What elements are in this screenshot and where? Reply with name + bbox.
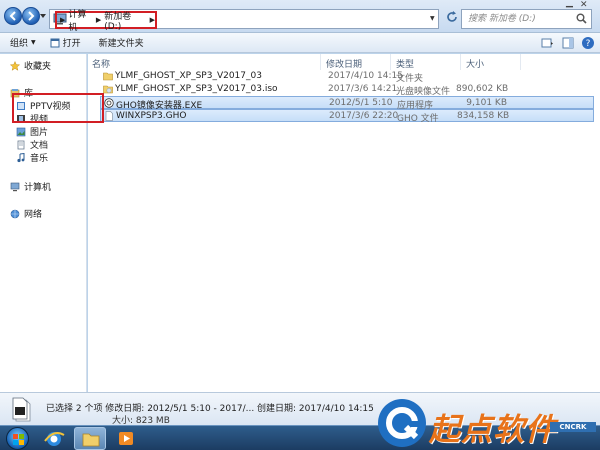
- file-name: YLMF_GHOST_XP_SP3_V2017_03.iso: [115, 84, 278, 94]
- computer-icon: [10, 182, 20, 191]
- file-name: WINXPSP3.GHO: [116, 111, 187, 121]
- column-header-size[interactable]: 大小: [466, 57, 484, 70]
- command-bar: 组织 ▼ 打开 新建文件夹 ?: [0, 33, 600, 53]
- picture-icon: [16, 127, 26, 136]
- column-divider[interactable]: [320, 54, 321, 70]
- file-icon: [105, 111, 113, 121]
- address-dropdown-icon[interactable]: ▼: [430, 15, 435, 22]
- close-button[interactable]: ✕: [580, 0, 588, 14]
- internet-explorer-icon: [44, 432, 65, 446]
- arrow-right-icon: [28, 11, 35, 21]
- folder-icon: [82, 433, 100, 447]
- search-placeholder: 搜索 新加卷 (D:): [468, 14, 536, 24]
- chevron-down-icon: [40, 14, 46, 18]
- forward-button[interactable]: [22, 7, 40, 25]
- organize-label: 组织: [10, 39, 29, 49]
- file-size: 834,158 KB: [457, 111, 510, 121]
- nav-network-label: 网络: [24, 210, 43, 220]
- nav-favorites-label: 收藏夹: [24, 62, 52, 72]
- back-button[interactable]: [4, 7, 22, 25]
- nav-favorites[interactable]: 收藏夹: [10, 59, 51, 72]
- taskbar-ie-button[interactable]: [38, 427, 70, 450]
- column-divider[interactable]: [520, 54, 521, 70]
- file-size: 890,602 KB: [456, 84, 509, 94]
- watermark-tag: CNCRK: [550, 422, 596, 432]
- network-icon: [10, 209, 20, 218]
- selection-highlight-annotation: [12, 93, 104, 123]
- address-bar-row: ▼ ▶ 计算机 ▶ 新加卷 (D:) ▶ 搜索 新加卷 (D:) ▁ ✕: [0, 0, 600, 33]
- media-player-icon: [119, 432, 133, 445]
- nav-music-label: 音乐: [30, 154, 49, 164]
- folder-icon: [103, 72, 113, 81]
- nav-pictures-label: 图片: [30, 128, 49, 138]
- organize-menu[interactable]: 组织 ▼: [10, 36, 36, 49]
- window-icon: [50, 38, 60, 47]
- search-icon: [576, 13, 587, 24]
- list-item-selected[interactable]: WINXPSP3.GHO 2017/3/6 22:20 GHO 文件 834,1…: [100, 109, 594, 124]
- file-date: 2012/5/1 5:10: [329, 98, 393, 108]
- new-folder-label: 新建文件夹: [98, 39, 144, 49]
- open-label: 打开: [62, 39, 81, 49]
- breadcrumb-drive-d[interactable]: 新加卷 (D:): [104, 9, 146, 32]
- nav-music[interactable]: 音乐: [16, 151, 48, 164]
- help-icon[interactable]: ?: [581, 36, 595, 50]
- nav-computer[interactable]: 计算机: [10, 180, 51, 193]
- file-type: GHO 文件: [397, 114, 439, 124]
- nav-computer-label: 计算机: [24, 183, 52, 193]
- column-header-date[interactable]: 修改日期: [326, 57, 362, 70]
- star-icon: [10, 60, 20, 71]
- column-divider[interactable]: [390, 54, 391, 70]
- watermark: 起点软件 CNCRK: [374, 395, 600, 450]
- view-options-icon[interactable]: [540, 36, 554, 50]
- multiple-files-icon: [12, 397, 31, 422]
- refresh-icon[interactable]: [445, 10, 459, 24]
- nav-documents[interactable]: 文档: [16, 138, 48, 151]
- breadcrumb-separator-icon: ▶: [95, 16, 102, 24]
- nav-network[interactable]: 网络: [10, 207, 42, 220]
- file-date: 2017/3/6 22:20: [329, 111, 399, 121]
- file-date: 2017/3/6 14:21: [328, 84, 398, 94]
- installer-icon: [104, 98, 114, 108]
- svg-text:?: ?: [586, 39, 591, 49]
- search-input[interactable]: 搜索 新加卷 (D:): [461, 9, 592, 29]
- details-summary: 已选择 2 个项 修改日期: 2012/5/1 5:10 - 2017/... …: [46, 404, 374, 414]
- breadcrumb-separator-icon: ▶: [60, 16, 66, 24]
- nav-pictures[interactable]: 图片: [16, 125, 48, 138]
- file-name: YLMF_GHOST_XP_SP3_V2017_03: [115, 71, 262, 81]
- windows-logo-icon: [13, 434, 24, 445]
- disc-image-icon: [103, 85, 113, 94]
- file-date: 2017/4/10 14:15: [328, 71, 403, 81]
- nav-documents-label: 文档: [30, 141, 49, 151]
- minimize-button[interactable]: ▁: [566, 0, 573, 12]
- new-folder-button[interactable]: 新建文件夹: [99, 36, 144, 49]
- taskbar-explorer-button[interactable]: [74, 427, 106, 450]
- open-button[interactable]: 打开: [50, 36, 81, 49]
- taskbar-media-button[interactable]: [110, 427, 142, 450]
- breadcrumb-computer[interactable]: 计算机: [68, 7, 92, 33]
- recent-pages-button[interactable]: [39, 12, 47, 20]
- list-item-selected[interactable]: GHO镜像安装器.EXE 2012/5/1 5:10 应用程序 9,101 KB: [100, 96, 594, 111]
- list-item[interactable]: YLMF_GHOST_XP_SP3_V2017_03 2017/4/10 14:…: [100, 70, 594, 84]
- watermark-logo-icon: [378, 399, 426, 447]
- file-list: 名称 修改日期 类型 大小 YLMF_GHOST_XP_SP3_V2017_03…: [88, 54, 600, 392]
- chevron-down-icon: ▼: [31, 39, 36, 46]
- watermark-text: 起点软件: [429, 412, 557, 448]
- column-header-type[interactable]: 类型: [396, 57, 414, 70]
- column-divider[interactable]: [460, 54, 461, 70]
- file-size: 9,101 KB: [466, 98, 507, 108]
- music-icon: [17, 152, 25, 162]
- breadcrumb: ▶ 计算机 ▶ 新加卷 (D:) ▶: [55, 9, 157, 33]
- list-item[interactable]: YLMF_GHOST_XP_SP3_V2017_03.iso 2017/3/6 …: [100, 83, 594, 97]
- preview-pane-icon[interactable]: [561, 36, 575, 50]
- arrow-left-icon: [9, 11, 16, 21]
- column-header-name[interactable]: 名称: [92, 57, 110, 70]
- breadcrumb-separator-icon: ▶: [149, 16, 155, 24]
- document-icon: [17, 140, 25, 149]
- start-button[interactable]: [6, 427, 29, 450]
